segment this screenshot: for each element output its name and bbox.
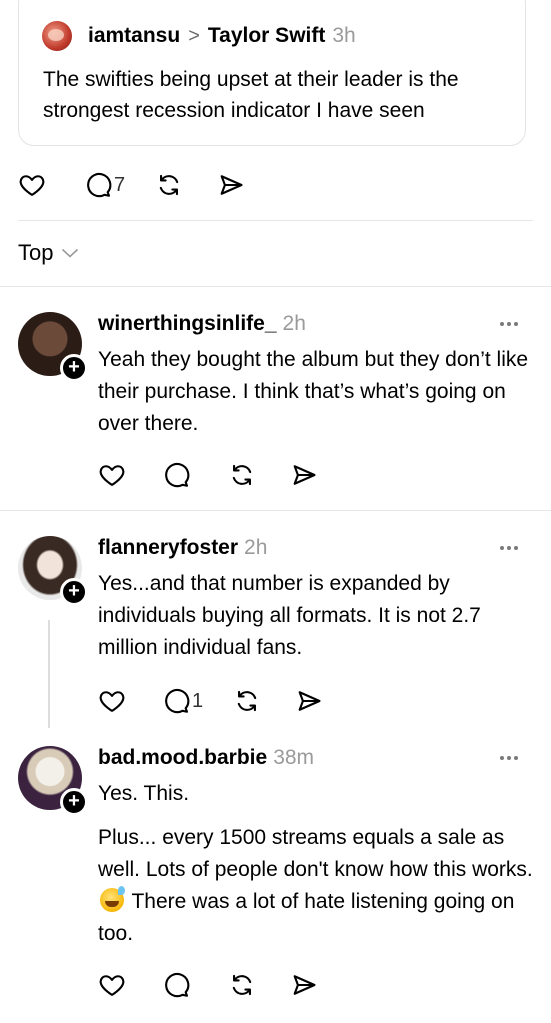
like-button[interactable] bbox=[18, 170, 46, 200]
share-button[interactable] bbox=[290, 970, 318, 1000]
avatar[interactable] bbox=[42, 21, 72, 51]
share-button[interactable] bbox=[290, 460, 318, 490]
like-button[interactable] bbox=[98, 460, 126, 490]
repost-button[interactable] bbox=[233, 686, 261, 716]
reply-button[interactable]: 7 bbox=[84, 170, 125, 200]
reply-time: 2h bbox=[282, 312, 306, 335]
follow-plus-icon[interactable]: + bbox=[60, 578, 88, 606]
speech-bubble-icon bbox=[165, 462, 190, 488]
thread-line bbox=[48, 620, 50, 728]
like-button[interactable] bbox=[98, 686, 126, 716]
sort-selector[interactable]: Top bbox=[18, 240, 79, 266]
speech-bubble-icon bbox=[165, 972, 190, 998]
divider bbox=[18, 220, 533, 221]
repost-button[interactable] bbox=[228, 970, 256, 1000]
quoted-post-time: 3h bbox=[332, 24, 356, 47]
repost-button[interactable] bbox=[155, 170, 183, 200]
reply-text-line1: Yes. This. bbox=[98, 782, 190, 805]
send-icon bbox=[220, 175, 243, 195]
speech-bubble-icon bbox=[87, 172, 112, 198]
heart-icon bbox=[99, 465, 125, 486]
chevron-right-icon: > bbox=[188, 24, 200, 47]
reply-text: Plus... every 1500 streams equals a sale… bbox=[98, 826, 533, 945]
reply-actions bbox=[98, 460, 318, 490]
more-dots-icon[interactable] bbox=[500, 322, 518, 326]
follow-plus-icon[interactable]: + bbox=[60, 788, 88, 816]
quoted-post-header: iamtansu > Taylor Swift 3h bbox=[42, 21, 356, 51]
reply-count: 7 bbox=[114, 173, 126, 196]
reply-button[interactable] bbox=[162, 970, 192, 1000]
repost-icon bbox=[232, 464, 252, 486]
quoted-post-card[interactable]: iamtansu > Taylor Swift 3h The swifties … bbox=[18, 0, 526, 146]
repost-button[interactable] bbox=[228, 460, 256, 490]
quoted-post-target[interactable]: Taylor Swift bbox=[208, 24, 325, 48]
share-button[interactable] bbox=[217, 170, 245, 200]
reply-username[interactable]: bad.mood.barbie 38m bbox=[98, 746, 314, 770]
reply-actions: 1 bbox=[98, 686, 323, 716]
heart-icon bbox=[99, 975, 125, 996]
reply-username[interactable]: winerthingsinlife_ 2h bbox=[98, 312, 306, 336]
reply-count: 1 bbox=[192, 689, 204, 712]
send-icon bbox=[293, 465, 316, 485]
heart-icon bbox=[99, 691, 125, 712]
repost-icon bbox=[232, 974, 252, 996]
more-dots-icon[interactable] bbox=[500, 756, 518, 760]
quoted-post-username[interactable]: iamtansu bbox=[88, 24, 180, 48]
repost-icon bbox=[237, 690, 257, 712]
sort-label: Top bbox=[18, 240, 54, 265]
heart-icon bbox=[19, 175, 45, 196]
follow-plus-icon[interactable]: + bbox=[60, 354, 88, 382]
repost-icon bbox=[159, 174, 179, 196]
reply-username[interactable]: flanneryfoster 2h bbox=[98, 536, 267, 560]
send-icon bbox=[293, 975, 316, 995]
speech-bubble-icon bbox=[165, 688, 190, 714]
reply-button[interactable] bbox=[162, 460, 192, 490]
chevron-down-icon bbox=[62, 248, 79, 258]
quoted-post-text: The swifties being upset at their leader… bbox=[43, 68, 459, 122]
reply-text: Yes...and that number is expanded by ind… bbox=[98, 572, 481, 659]
divider bbox=[0, 510, 551, 511]
reply-actions bbox=[98, 970, 318, 1000]
divider bbox=[0, 286, 551, 287]
share-button[interactable] bbox=[295, 686, 323, 716]
reply-button[interactable]: 1 bbox=[162, 686, 203, 716]
send-icon bbox=[298, 691, 321, 711]
main-post-actions: 7 bbox=[18, 170, 245, 200]
reply-time: 38m bbox=[273, 746, 315, 769]
reply-text: Yeah they bought the album but they don’… bbox=[98, 348, 529, 435]
reply-time: 2h bbox=[244, 536, 268, 559]
more-dots-icon[interactable] bbox=[500, 546, 518, 550]
sweat-smile-emoji bbox=[100, 886, 125, 912]
like-button[interactable] bbox=[98, 970, 126, 1000]
